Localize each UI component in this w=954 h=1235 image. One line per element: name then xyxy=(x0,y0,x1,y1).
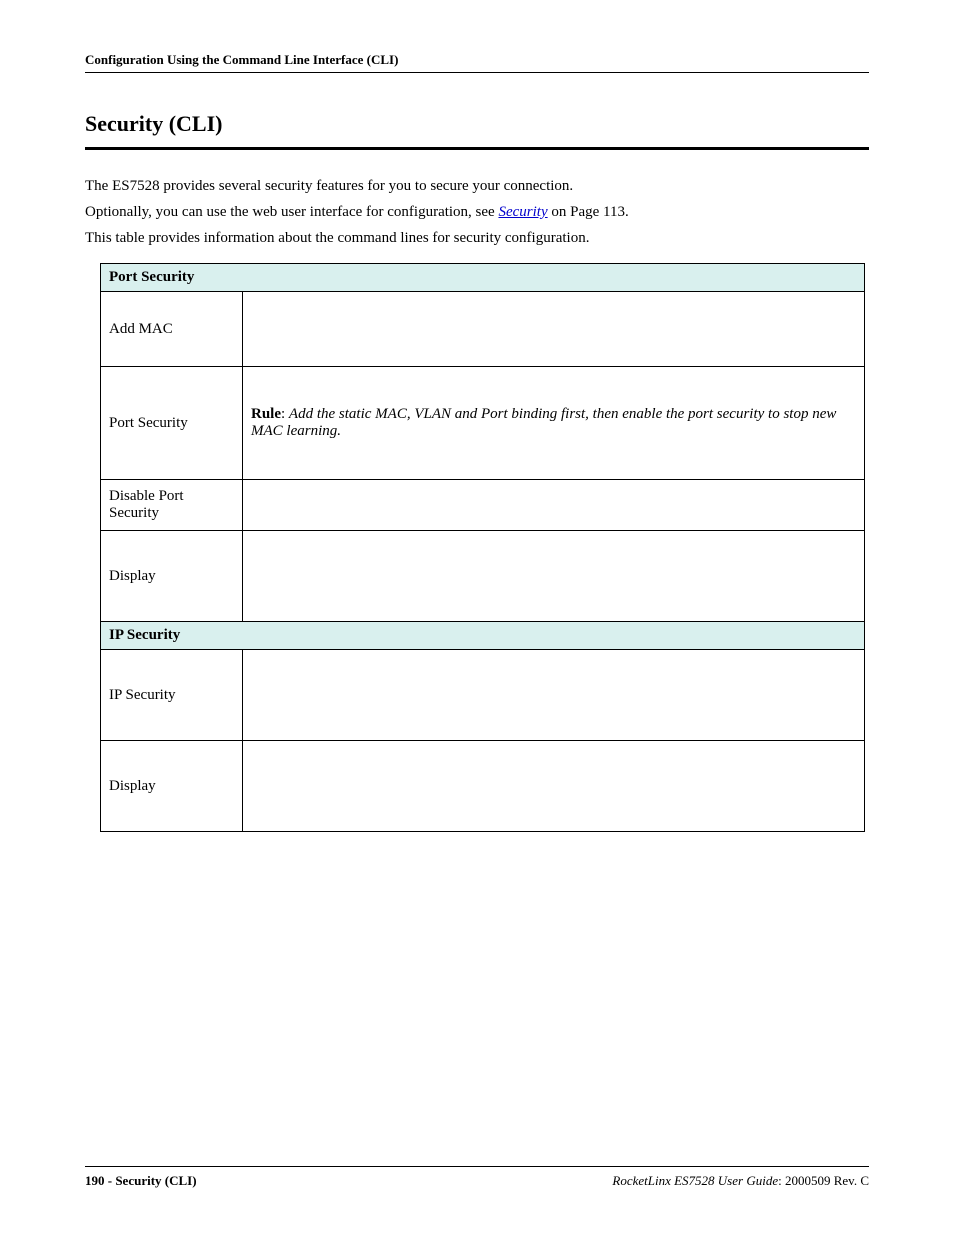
row-label-disable-port-security: Disable Port Security xyxy=(101,480,243,531)
row-label-ip-security: IP Security xyxy=(101,650,243,741)
intro-paragraph-2: Optionally, you can use the web user int… xyxy=(85,202,869,224)
footer-rev: 2000509 Rev. C xyxy=(785,1173,869,1188)
rule-sep: : xyxy=(281,406,289,422)
table-row: Add MAC xyxy=(101,292,865,367)
footer-sep: : xyxy=(778,1173,785,1188)
port-security-header: Port Security xyxy=(101,264,865,292)
page-footer: 190 - Security (CLI) RocketLinx ES7528 U… xyxy=(85,1166,869,1189)
table-section-row: IP Security xyxy=(101,622,865,650)
rule-label: Rule xyxy=(251,406,281,422)
row-label-add-mac: Add MAC xyxy=(101,292,243,367)
table-row: IP Security xyxy=(101,650,865,741)
page: Configuration Using the Command Line Int… xyxy=(0,0,954,1235)
row-label-port-security: Port Security xyxy=(101,367,243,480)
row-content xyxy=(243,741,865,832)
table-row: Display xyxy=(101,531,865,622)
title-rule xyxy=(85,147,869,150)
row-label-display-ip: Display xyxy=(101,741,243,832)
intro-paragraph-1: The ES7528 provides several security fea… xyxy=(85,176,869,198)
intro-p2-post: on Page 113. xyxy=(548,204,629,220)
table-row: Port Security Rule: Add the static MAC, … xyxy=(101,367,865,480)
table-section-row: Port Security xyxy=(101,264,865,292)
row-content xyxy=(243,480,865,531)
table-row: Disable Port Security xyxy=(101,480,865,531)
intro-p2-pre: Optionally, you can use the web user int… xyxy=(85,204,498,220)
rule-text: Add the static MAC, VLAN and Port bindin… xyxy=(251,406,836,439)
row-content xyxy=(243,650,865,741)
running-header: Configuration Using the Command Line Int… xyxy=(85,52,869,73)
intro-paragraph-3: This table provides information about th… xyxy=(85,228,869,250)
ip-security-header: IP Security xyxy=(101,622,865,650)
row-content-rule: Rule: Add the static MAC, VLAN and Port … xyxy=(243,367,865,480)
row-content xyxy=(243,531,865,622)
page-title: Security (CLI) xyxy=(85,111,869,141)
cli-table: Port Security Add MAC Port Security Rule… xyxy=(100,263,865,832)
footer-left: 190 - Security (CLI) xyxy=(85,1173,197,1189)
row-content xyxy=(243,292,865,367)
footer-right: RocketLinx ES7528 User Guide: 2000509 Re… xyxy=(612,1173,869,1189)
row-label-display: Display xyxy=(101,531,243,622)
table-row: Display xyxy=(101,741,865,832)
footer-product: RocketLinx ES7528 User Guide xyxy=(612,1173,778,1188)
security-xref-link[interactable]: Security xyxy=(498,204,547,220)
